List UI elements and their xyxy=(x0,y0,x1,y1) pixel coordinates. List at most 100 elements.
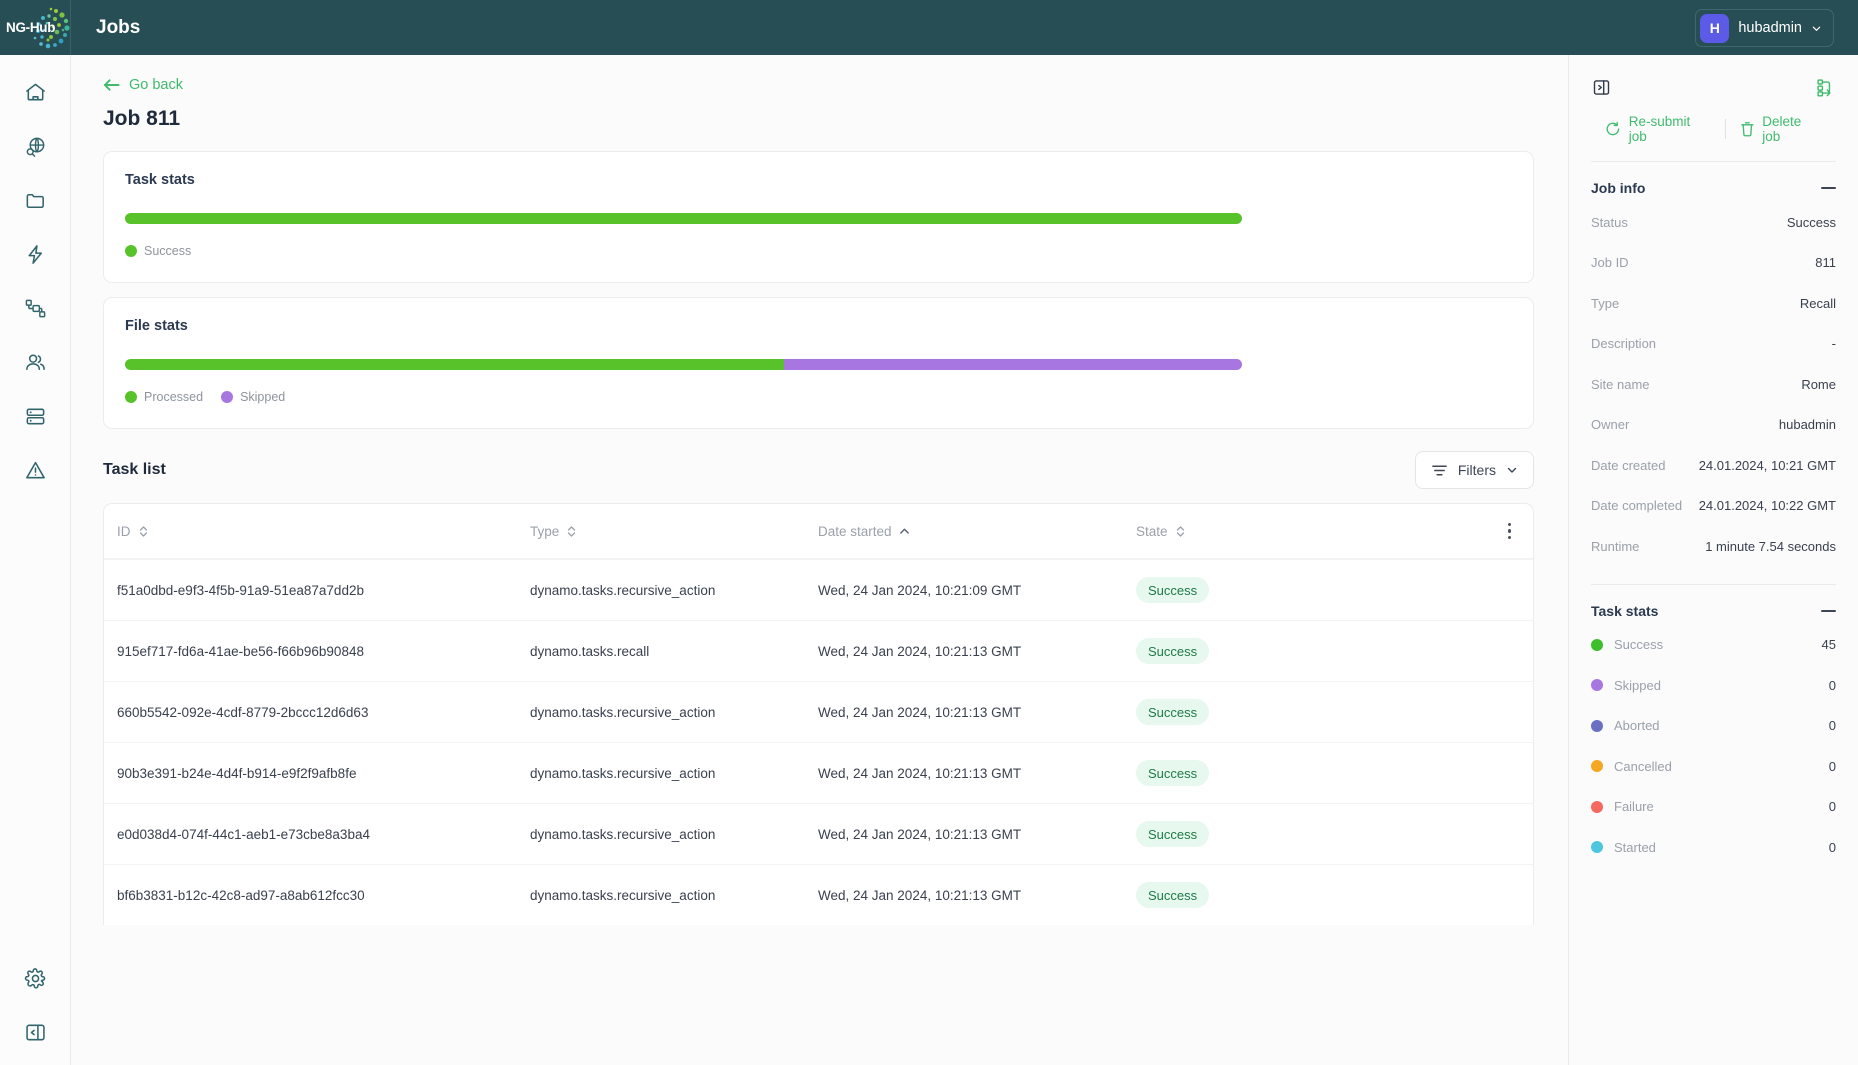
info-key: Job ID xyxy=(1591,255,1629,270)
sidebar-item-storage[interactable] xyxy=(13,399,57,433)
logo-text: NG-Hub xyxy=(4,20,55,35)
nodes-icon xyxy=(24,297,47,320)
panel-task-stats-header: Task stats xyxy=(1591,603,1836,619)
column-header-id[interactable]: ID xyxy=(117,524,530,539)
table-row[interactable]: 915ef717-fd6a-41ae-be56-f66b96b90848 dyn… xyxy=(104,620,1533,681)
panel-divider-2 xyxy=(1591,584,1836,585)
warning-icon xyxy=(24,459,47,482)
folder-icon xyxy=(24,189,47,212)
panel-task-stats-title: Task stats xyxy=(1591,603,1658,619)
table-row[interactable]: 660b5542-092e-4cdf-8779-2bccc12d6d63 dyn… xyxy=(104,681,1533,742)
logo[interactable]: NG-Hub xyxy=(0,0,71,55)
status-badge: Success xyxy=(1136,821,1209,847)
file-stats-card: File stats Processed Skipped xyxy=(103,297,1534,429)
legend-label: Skipped xyxy=(240,390,285,404)
legend-item: Success xyxy=(125,244,191,258)
go-back-button[interactable]: Go back xyxy=(103,77,183,93)
sidebar-item-home[interactable] xyxy=(13,75,57,109)
filters-button[interactable]: Filters xyxy=(1415,451,1534,489)
sidebar-item-jobs[interactable] xyxy=(13,237,57,271)
server-icon xyxy=(24,405,47,428)
info-value: Rome xyxy=(1801,377,1836,392)
task-stats-legend: Success xyxy=(125,244,1512,258)
info-row-runtime: Runtime 1 minute 7.54 seconds xyxy=(1591,526,1836,567)
trash-icon xyxy=(1740,121,1755,137)
info-key: Type xyxy=(1591,296,1619,311)
cell-state: Success xyxy=(1136,638,1276,664)
info-row-description: Description - xyxy=(1591,324,1836,365)
app-root: NG-Hub Jobs H hubadmin xyxy=(0,0,1858,1065)
collapse-section-icon[interactable] xyxy=(1821,187,1836,189)
users-icon xyxy=(24,351,47,374)
cell-type: dynamo.tasks.recall xyxy=(530,644,818,659)
sidebar-item-settings[interactable] xyxy=(14,961,58,995)
go-back-label: Go back xyxy=(129,77,183,93)
user-menu[interactable]: H hubadmin xyxy=(1695,9,1834,47)
cell-type: dynamo.tasks.recursive_action xyxy=(530,888,818,903)
resubmit-job-button[interactable]: Re-submit job xyxy=(1591,114,1725,144)
column-header-type[interactable]: Type xyxy=(530,524,818,539)
sidebar-item-workflows[interactable] xyxy=(13,291,57,325)
stat-dot-icon xyxy=(1591,639,1603,651)
task-stats-title: Task stats xyxy=(125,172,1512,188)
sort-asc-icon xyxy=(899,527,910,536)
stat-row-failure: Failure 0 xyxy=(1591,787,1836,828)
column-header-date-started[interactable]: Date started xyxy=(818,524,1136,539)
stat-value: 45 xyxy=(1822,637,1836,652)
delete-job-button[interactable]: Delete job xyxy=(1726,114,1836,144)
info-row-date-created: Date created 24.01.2024, 10:21 GMT xyxy=(1591,445,1836,486)
cell-id: f51a0dbd-e9f3-4f5b-91a9-51ea87a7dd2b xyxy=(117,583,530,598)
cell-state: Success xyxy=(1136,699,1276,725)
status-badge: Success xyxy=(1136,638,1209,664)
job-tree-icon[interactable] xyxy=(1815,77,1836,98)
cell-id: 915ef717-fd6a-41ae-be56-f66b96b90848 xyxy=(117,644,530,659)
stat-value: 0 xyxy=(1829,678,1836,693)
sidebar-collapse-toggle[interactable] xyxy=(14,1015,58,1049)
cell-state: Success xyxy=(1136,821,1276,847)
cell-type: dynamo.tasks.recursive_action xyxy=(530,827,818,842)
arrow-left-icon xyxy=(103,78,120,92)
table-options-button[interactable] xyxy=(1504,519,1516,544)
sidebar-item-files[interactable] xyxy=(13,183,57,217)
legend-dot-icon xyxy=(125,245,137,257)
column-label: State xyxy=(1136,524,1168,539)
stat-dot-icon xyxy=(1591,679,1603,691)
status-badge: Success xyxy=(1136,882,1209,908)
collapse-right-panel-icon[interactable] xyxy=(1591,77,1612,98)
table-row[interactable]: f51a0dbd-e9f3-4f5b-91a9-51ea87a7dd2b dyn… xyxy=(104,559,1533,620)
info-key: Status xyxy=(1591,215,1628,230)
info-key: Owner xyxy=(1591,417,1629,432)
cell-id: 660b5542-092e-4cdf-8779-2bccc12d6d63 xyxy=(117,705,530,720)
collapse-section-icon[interactable] xyxy=(1821,610,1836,612)
cell-state: Success xyxy=(1136,760,1276,786)
sidebar-item-discover[interactable] xyxy=(13,129,57,163)
cell-state: Success xyxy=(1136,882,1276,908)
table-row[interactable]: e0d038d4-074f-44c1-aeb1-e73cbe8a3ba4 dyn… xyxy=(104,803,1533,864)
stat-dot-icon xyxy=(1591,801,1603,813)
status-badge: Success xyxy=(1136,760,1209,786)
cell-id: 90b3e391-b24e-4d4f-b914-e9f2f9afb8fe xyxy=(117,766,530,781)
column-header-state[interactable]: State xyxy=(1136,524,1276,539)
info-key: Runtime xyxy=(1591,539,1639,554)
task-stats-card: Task stats Success xyxy=(103,151,1534,283)
job-info-title: Job info xyxy=(1591,180,1645,196)
sidebar-item-users[interactable] xyxy=(13,345,57,379)
delete-job-label: Delete job xyxy=(1762,114,1822,144)
gear-icon xyxy=(24,967,47,990)
cell-type: dynamo.tasks.recursive_action xyxy=(530,583,818,598)
stat-label: Skipped xyxy=(1614,678,1829,693)
stat-dot-icon xyxy=(1591,720,1603,732)
filters-label: Filters xyxy=(1458,462,1496,478)
cell-type: dynamo.tasks.recursive_action xyxy=(530,766,818,781)
file-stats-legend: Processed Skipped xyxy=(125,390,1512,404)
sidebar-item-alerts[interactable] xyxy=(13,453,57,487)
table-row[interactable]: 90b3e391-b24e-4d4f-b914-e9f2f9afb8fe dyn… xyxy=(104,742,1533,803)
sidebar xyxy=(0,55,71,1065)
stat-label: Aborted xyxy=(1614,718,1829,733)
cell-type: dynamo.tasks.recursive_action xyxy=(530,705,818,720)
table-row[interactable]: bf6b3831-b12c-42c8-ad97-a8ab612fcc30 dyn… xyxy=(104,864,1533,925)
stat-label: Success xyxy=(1614,637,1822,652)
panel-actions: Re-submit job Delete job xyxy=(1591,114,1836,144)
column-label: Date started xyxy=(818,524,892,539)
user-name: hubadmin xyxy=(1738,20,1802,36)
